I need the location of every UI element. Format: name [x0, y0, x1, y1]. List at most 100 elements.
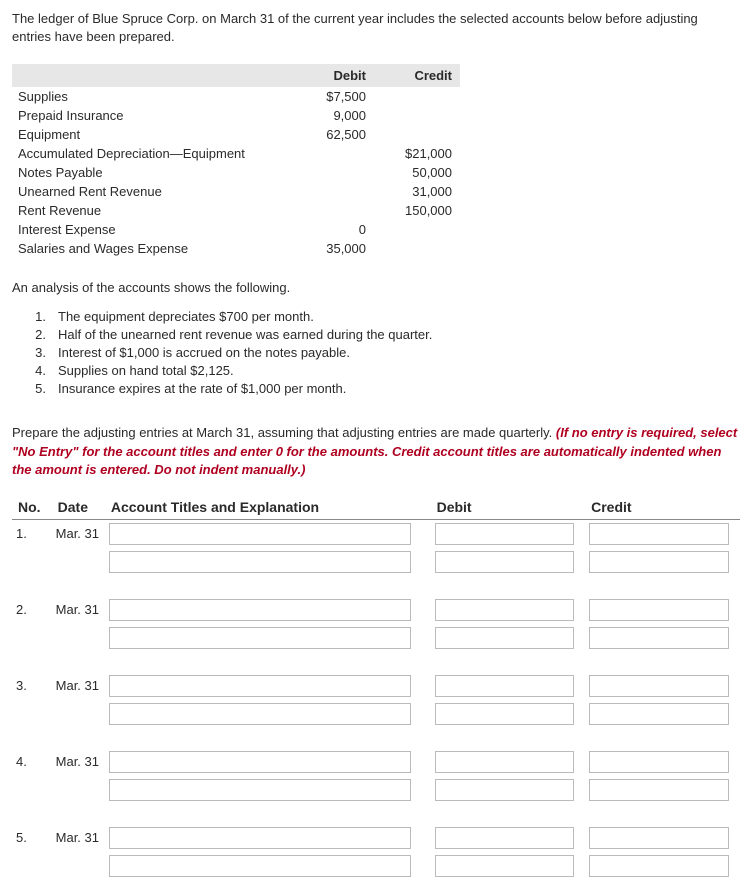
analysis-item: 4.Supplies on hand total $2,125. [18, 363, 740, 378]
entry-no: 3. [12, 672, 52, 700]
analysis-text: Half of the unearned rent revenue was ea… [58, 327, 432, 342]
analysis-item: 3.Interest of $1,000 is accrued on the n… [18, 345, 740, 360]
credit-input[interactable] [589, 751, 729, 773]
credit-input[interactable] [589, 523, 729, 545]
ledger-debit: $7,500 [288, 87, 374, 106]
credit-input[interactable] [589, 675, 729, 697]
entry-row: 4.Mar. 31 [12, 748, 740, 776]
ledger-row: Prepaid Insurance9,000 [12, 106, 460, 125]
entry-row: 2.Mar. 31 [12, 596, 740, 624]
account-title-input[interactable] [109, 855, 411, 877]
ledger-account: Rent Revenue [12, 201, 288, 220]
account-title-input[interactable] [109, 779, 411, 801]
analysis-list: 1.The equipment depreciates $700 per mon… [18, 309, 740, 396]
entry-row [12, 624, 740, 652]
entries-header-date: Date [52, 495, 105, 520]
account-title-input[interactable] [109, 551, 411, 573]
entry-row [12, 548, 740, 576]
credit-input[interactable] [589, 627, 729, 649]
account-title-input[interactable] [109, 627, 411, 649]
debit-input[interactable] [435, 627, 574, 649]
ledger-account: Supplies [12, 87, 288, 106]
account-title-input[interactable] [109, 523, 411, 545]
ledger-debit: 62,500 [288, 125, 374, 144]
ledger-row: Accumulated Depreciation—Equipment $21,00… [12, 144, 460, 163]
credit-input[interactable] [589, 827, 729, 849]
credit-input[interactable] [589, 551, 729, 573]
ledger-account: Salaries and Wages Expense [12, 239, 288, 258]
credit-input[interactable] [589, 779, 729, 801]
debit-input[interactable] [435, 751, 574, 773]
entry-row: 1.Mar. 31 [12, 519, 740, 548]
entry-no: 2. [12, 596, 52, 624]
analysis-text: Insurance expires at the rate of $1,000 … [58, 381, 346, 396]
analysis-intro: An analysis of the accounts shows the fo… [12, 280, 740, 295]
ledger-account: Prepaid Insurance [12, 106, 288, 125]
debit-input[interactable] [435, 551, 574, 573]
entry-row [12, 700, 740, 728]
ledger-credit [374, 125, 460, 144]
ledger-account: Equipment [12, 125, 288, 144]
prepare-instructions: Prepare the adjusting entries at March 3… [12, 424, 740, 479]
ledger-row: Notes Payable50,000 [12, 163, 460, 182]
entry-row [12, 776, 740, 804]
account-title-input[interactable] [109, 703, 411, 725]
entry-date: Mar. 31 [52, 672, 105, 700]
ledger-table: Debit Credit Supplies$7,500Prepaid Insur… [12, 64, 460, 258]
ledger-credit [374, 239, 460, 258]
debit-input[interactable] [435, 855, 574, 877]
entry-row [12, 852, 740, 880]
entry-date: Mar. 31 [52, 824, 105, 852]
intro-text: The ledger of Blue Spruce Corp. on March… [12, 10, 740, 46]
entries-header-debit: Debit [431, 495, 586, 520]
ledger-account: Unearned Rent Revenue [12, 182, 288, 201]
ledger-credit: 31,000 [374, 182, 460, 201]
ledger-row: Supplies$7,500 [12, 87, 460, 106]
ledger-row: Equipment62,500 [12, 125, 460, 144]
entry-date: Mar. 31 [52, 748, 105, 776]
account-title-input[interactable] [109, 751, 411, 773]
ledger-account: Notes Payable [12, 163, 288, 182]
debit-input[interactable] [435, 779, 574, 801]
entry-date: Mar. 31 [52, 596, 105, 624]
account-title-input[interactable] [109, 675, 411, 697]
ledger-row: Interest Expense0 [12, 220, 460, 239]
entry-no: 5. [12, 824, 52, 852]
debit-input[interactable] [435, 827, 574, 849]
credit-input[interactable] [589, 703, 729, 725]
analysis-number: 1. [18, 309, 58, 324]
account-title-input[interactable] [109, 599, 411, 621]
debit-input[interactable] [435, 675, 574, 697]
ledger-credit [374, 87, 460, 106]
ledger-debit [288, 163, 374, 182]
ledger-header-debit: Debit [288, 64, 374, 87]
analysis-text: Interest of $1,000 is accrued on the not… [58, 345, 350, 360]
debit-input[interactable] [435, 523, 574, 545]
debit-input[interactable] [435, 703, 574, 725]
analysis-number: 5. [18, 381, 58, 396]
analysis-item: 2.Half of the unearned rent revenue was … [18, 327, 740, 342]
ledger-account: Accumulated Depreciation—Equipment [12, 144, 288, 163]
debit-input[interactable] [435, 599, 574, 621]
ledger-debit: 35,000 [288, 239, 374, 258]
ledger-header-credit: Credit [374, 64, 460, 87]
entry-no: 1. [12, 519, 52, 548]
ledger-credit: $21,000 [374, 144, 460, 163]
analysis-item: 1.The equipment depreciates $700 per mon… [18, 309, 740, 324]
ledger-account: Interest Expense [12, 220, 288, 239]
ledger-row: Rent Revenue150,000 [12, 201, 460, 220]
analysis-number: 2. [18, 327, 58, 342]
analysis-number: 4. [18, 363, 58, 378]
analysis-text: The equipment depreciates $700 per month… [58, 309, 314, 324]
ledger-row: Salaries and Wages Expense35,000 [12, 239, 460, 258]
ledger-debit [288, 144, 374, 163]
account-title-input[interactable] [109, 827, 411, 849]
entry-no: 4. [12, 748, 52, 776]
credit-input[interactable] [589, 599, 729, 621]
ledger-debit [288, 182, 374, 201]
analysis-item: 5.Insurance expires at the rate of $1,00… [18, 381, 740, 396]
credit-input[interactable] [589, 855, 729, 877]
ledger-credit [374, 106, 460, 125]
entries-header-acct: Account Titles and Explanation [105, 495, 431, 520]
entries-header-credit: Credit [585, 495, 740, 520]
